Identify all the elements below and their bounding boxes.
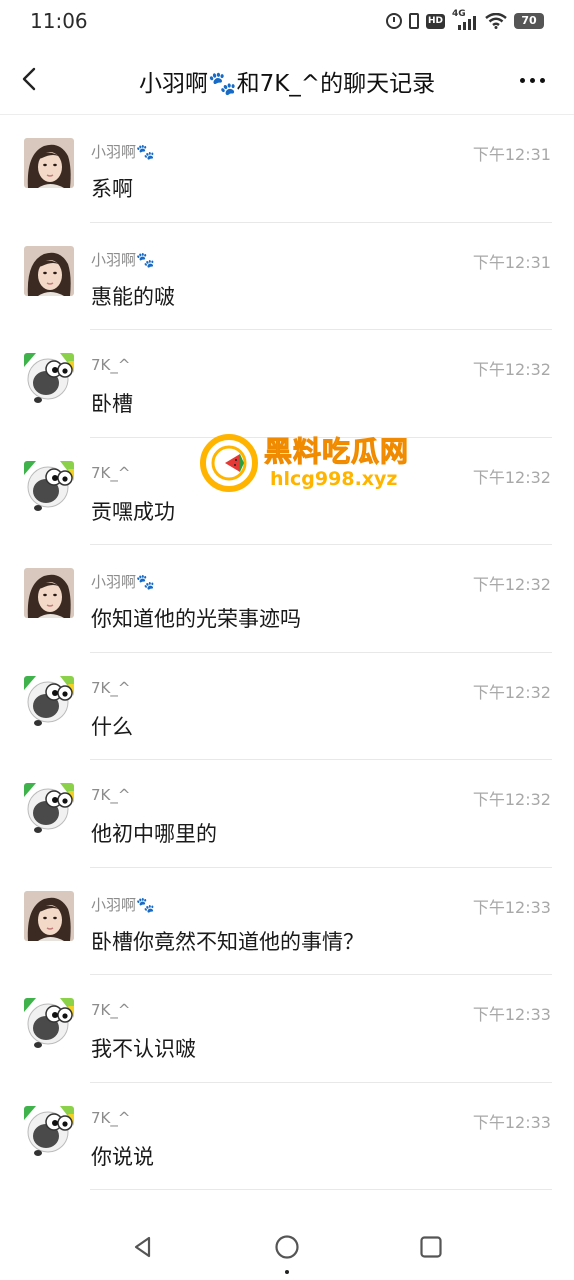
nav-indicator-dot [285,1270,289,1274]
header: 小羽啊🐾和7K_^的聊天记录 [0,44,574,116]
sender-name: 7K_^ [91,463,131,482]
message-row[interactable]: 7K_^ 下午12:33 我不认识啵 [0,975,574,1083]
sender-name: 7K_^ [91,678,131,697]
sender-name: 小羽啊🐾 [91,143,155,161]
message-text: 他初中哪里的 [91,822,217,846]
message-text: 我不认识啵 [91,1037,196,1061]
message-text: 惠能的啵 [91,284,175,309]
watermark-logo-icon [200,434,258,492]
message-text: 你说说 [91,1144,154,1169]
message-time: 下午12:33 [472,1005,551,1024]
battery-icon: 70 [514,13,544,29]
message-time: 下午12:32 [472,575,551,594]
message-text: 贡嘿成功 [91,499,175,524]
message-text: 卧槽 [91,392,133,416]
message-time: 下午12:31 [472,252,551,272]
avatar[interactable] [24,568,74,618]
message-time: 下午12:32 [472,360,551,379]
message-text: 你知道他的光荣事迹吗 [91,607,301,631]
message-row[interactable]: 小羽啊🐾 下午12:31 系啊 [0,115,574,223]
more-dots-icon[interactable] [520,70,552,90]
page-title: 小羽啊🐾和7K_^的聊天记录 [138,71,436,97]
status-time: 11:06 [30,9,88,33]
message-time: 下午12:33 [472,897,551,917]
sender-name: 小羽啊🐾 [91,250,155,269]
avatar[interactable] [24,890,74,941]
avatar[interactable] [24,998,74,1048]
message-time: 下午12:32 [472,790,551,809]
watermark-name: 黑料吃瓜网 [263,435,410,469]
sender-name: 7K_^ [91,1108,131,1127]
message-time: 下午12:32 [472,467,551,487]
chat-history-list[interactable]: 小羽啊🐾 下午12:31 系啊 小羽啊🐾 下午12:31 惠能的啵 7K_^ 下午12:32 卧… [0,114,574,1211]
chevron-left-icon[interactable] [14,62,48,96]
sender-name: 7K_^ [91,786,131,804]
status-bar: 11:06 HD 4G 70 [0,0,574,44]
avatar[interactable] [24,138,74,188]
sender-name: 小羽啊🐾 [91,895,155,914]
avatar[interactable] [24,675,74,726]
status-icons: HD 4G 70 [385,9,544,30]
avatar[interactable] [24,1105,74,1156]
avatar[interactable] [24,245,74,296]
network-label: 4G [452,9,466,19]
sender-name: 小羽啊🐾 [91,573,155,591]
message-row[interactable]: 小羽啊🐾 下午12:32 你知道他的光荣事迹吗 [0,545,574,653]
hd-badge: HD [425,13,445,29]
message-row[interactable]: 小羽啊🐾 下午12:31 惠能的啵 [0,223,574,331]
message-row[interactable]: 7K_^ 下午12:32 他初中哪里的 [0,760,574,868]
alarm-icon [385,13,402,29]
square-recent-icon[interactable] [418,1234,444,1260]
message-text: 系啊 [91,177,133,201]
vibrate-icon [408,13,419,29]
avatar[interactable] [24,460,74,511]
message-row[interactable]: 7K_^ 下午12:32 卧槽 [0,330,574,438]
watermark: 黑料吃瓜网 hlcg998.xyz [200,432,420,496]
message-row[interactable]: 7K_^ 下午12:32 什么 [0,653,574,761]
avatar[interactable] [24,783,74,833]
wifi-icon [485,13,507,29]
sender-name: 7K_^ [91,356,131,374]
message-row-partial [0,1190,574,1211]
circle-home-icon[interactable] [274,1234,300,1260]
message-row[interactable]: 7K_^ 下午12:33 你说说 [0,1083,574,1191]
sender-name: 7K_^ [91,1001,131,1019]
message-time: 下午12:33 [472,1112,551,1132]
avatar[interactable] [24,353,74,403]
watermark-url: hlcg998.xyz [270,468,398,490]
triangle-back-icon[interactable] [130,1234,156,1260]
message-text: 什么 [91,714,133,739]
message-time: 下午12:31 [472,145,551,164]
message-row[interactable]: 小羽啊🐾 下午12:33 卧槽你竟然不知道他的事情？ [0,868,574,976]
message-text: 卧槽你竟然不知道他的事情？ [91,929,364,954]
signal-icon: 4G [452,9,478,30]
message-time: 下午12:32 [472,682,551,702]
